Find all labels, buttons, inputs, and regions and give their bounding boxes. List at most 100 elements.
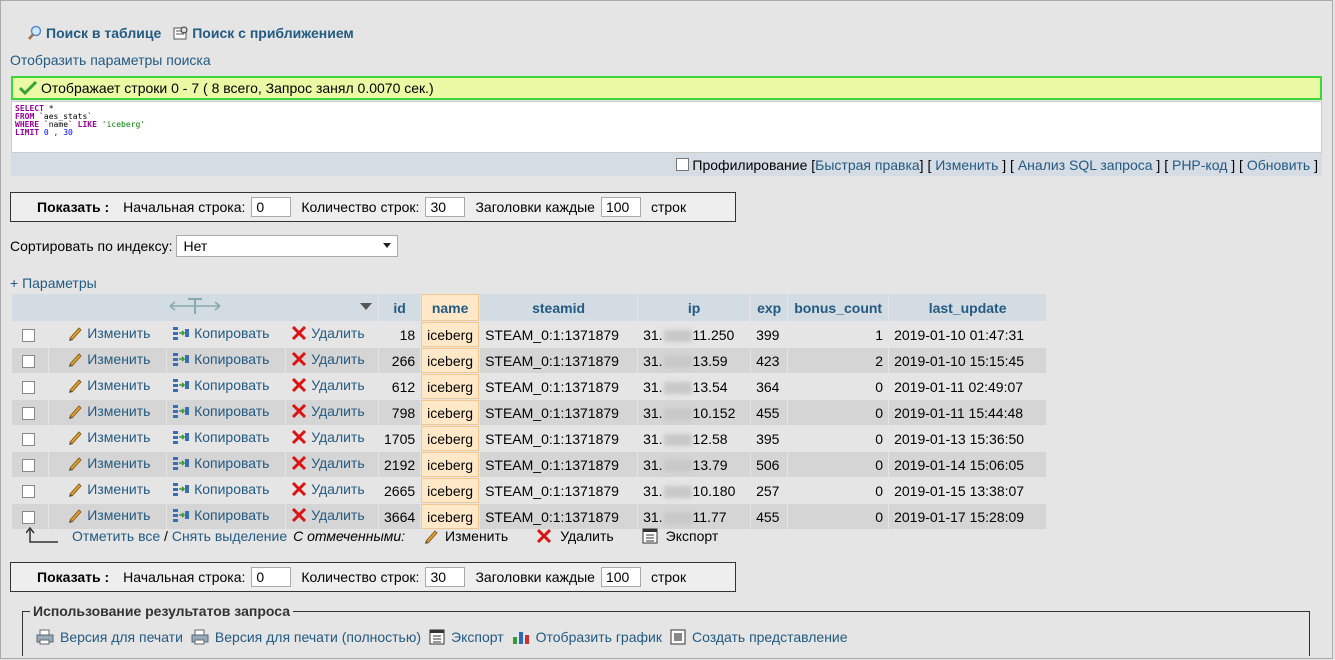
quick-edit-link[interactable]: Быстрая правка (815, 157, 920, 173)
bulk-export-button[interactable]: Экспорт (642, 528, 718, 544)
row-copy-link[interactable]: Копировать (172, 377, 269, 393)
row-edit-link[interactable]: Изменить (67, 325, 150, 341)
cell-exp[interactable]: 257 (751, 478, 788, 503)
cell-id[interactable]: 266 (379, 348, 421, 373)
cell-id[interactable]: 1705 (379, 426, 421, 451)
column-header-ip[interactable]: ip (638, 294, 751, 321)
cell-id[interactable]: 18 (379, 322, 421, 347)
row-copy-link[interactable]: Копировать (172, 429, 269, 445)
row-copy-link[interactable]: Копировать (172, 481, 269, 497)
cell-exp[interactable]: 455 (751, 400, 788, 425)
cell-steamid[interactable]: STEAM_0:1:1371879 (480, 374, 638, 399)
cell-ip[interactable]: 31. 11.77 (638, 504, 751, 529)
show-search-params-link[interactable]: Отобразить параметры поиска (10, 52, 211, 68)
column-resize-arrows-icon[interactable] (168, 297, 222, 315)
cell-exp[interactable]: 506 (751, 452, 788, 477)
row-checkbox[interactable] (22, 355, 35, 369)
column-header-bonus-count[interactable]: bonus_count (788, 294, 889, 321)
cell-bonus-count[interactable]: 0 (788, 452, 889, 477)
cell-last-update[interactable]: 2019-01-10 01:47:31 (889, 322, 1047, 347)
row-delete-link[interactable]: Удалить (291, 351, 365, 367)
cell-last-update[interactable]: 2019-01-11 15:44:48 (889, 400, 1047, 425)
row-copy-link[interactable]: Копировать (172, 507, 269, 523)
cell-bonus-count[interactable]: 0 (788, 400, 889, 425)
start-row-input[interactable] (251, 567, 292, 587)
display-chart-link[interactable]: Отобразить график (512, 629, 662, 645)
row-delete-link[interactable]: Удалить (291, 429, 365, 445)
row-delete-link[interactable]: Удалить (291, 325, 365, 341)
row-delete-link[interactable]: Удалить (291, 403, 365, 419)
cell-exp[interactable]: 364 (751, 374, 788, 399)
cell-last-update[interactable]: 2019-01-11 02:49:07 (889, 374, 1047, 399)
row-checkbox[interactable] (22, 329, 35, 343)
edit-sql-link[interactable]: Изменить (935, 157, 998, 173)
cell-steamid[interactable]: STEAM_0:1:1371879 (480, 322, 638, 347)
row-checkbox[interactable] (22, 511, 35, 525)
column-header-exp[interactable]: exp (751, 294, 788, 321)
parameters-link[interactable]: + Параметры (10, 275, 97, 291)
cell-ip[interactable]: 31. 13.54 (638, 374, 751, 399)
column-header-id[interactable]: id (379, 294, 421, 321)
row-copy-link[interactable]: Копировать (172, 325, 269, 341)
cell-exp[interactable]: 455 (751, 504, 788, 529)
cell-last-update[interactable]: 2019-01-15 13:38:07 (889, 478, 1047, 503)
row-copy-link[interactable]: Копировать (172, 455, 269, 471)
sort-arrow-icon[interactable] (360, 303, 372, 311)
cell-bonus-count[interactable]: 0 (788, 478, 889, 503)
cell-bonus-count[interactable]: 0 (788, 374, 889, 399)
analyze-sql-link[interactable]: Анализ SQL запроса (1018, 157, 1153, 173)
column-header-name[interactable]: name (421, 294, 480, 321)
bulk-delete-button[interactable]: Удалить (536, 528, 614, 544)
cell-steamid[interactable]: STEAM_0:1:1371879 (480, 452, 638, 477)
row-delete-link[interactable]: Удалить (291, 377, 365, 393)
row-edit-link[interactable]: Изменить (67, 403, 150, 419)
row-delete-link[interactable]: Удалить (291, 507, 365, 523)
cell-ip[interactable]: 31. 13.59 (638, 348, 751, 373)
refresh-link[interactable]: Обновить (1247, 157, 1310, 173)
row-edit-link[interactable]: Изменить (67, 351, 150, 367)
cell-name[interactable]: iceberg (421, 400, 480, 425)
sort-index-select[interactable]: Нет (176, 235, 399, 257)
cell-ip[interactable]: 31. 11.250 (638, 322, 751, 347)
cell-id[interactable]: 612 (379, 374, 421, 399)
row-checkbox[interactable] (22, 485, 35, 499)
column-header-steamid[interactable]: steamid (480, 294, 638, 321)
cell-ip[interactable]: 31. 12.58 (638, 426, 751, 451)
row-checkbox[interactable] (22, 407, 35, 421)
row-count-input[interactable] (425, 567, 466, 587)
cell-ip[interactable]: 31. 10.152 (638, 400, 751, 425)
cell-name[interactable]: iceberg (421, 374, 480, 399)
row-copy-link[interactable]: Копировать (172, 351, 269, 367)
row-edit-link[interactable]: Изменить (67, 455, 150, 471)
cell-id[interactable]: 2192 (379, 452, 421, 477)
cell-steamid[interactable]: STEAM_0:1:1371879 (480, 504, 638, 529)
cell-id[interactable]: 2665 (379, 478, 421, 503)
row-count-input[interactable] (425, 197, 466, 217)
create-view-link[interactable]: Создать представление (670, 629, 848, 645)
php-code-link[interactable]: PHP-код (1172, 157, 1227, 173)
headers-every-input[interactable] (600, 567, 641, 587)
cell-name[interactable]: iceberg (421, 322, 480, 347)
print-view-full-link[interactable]: Версия для печати (полностью) (191, 629, 421, 645)
cell-ip[interactable]: 31. 10.180 (638, 478, 751, 503)
print-view-link[interactable]: Версия для печати (36, 629, 183, 645)
bulk-edit-button[interactable]: Изменить (423, 528, 508, 544)
row-delete-link[interactable]: Удалить (291, 455, 365, 471)
profiling-checkbox[interactable] (676, 158, 690, 171)
cell-bonus-count[interactable]: 1 (788, 322, 889, 347)
cell-name[interactable]: iceberg (421, 452, 480, 477)
row-delete-link[interactable]: Удалить (291, 481, 365, 497)
cell-last-update[interactable]: 2019-01-13 15:36:50 (889, 426, 1047, 451)
row-checkbox[interactable] (22, 381, 35, 395)
row-checkbox[interactable] (22, 433, 35, 447)
column-header-last-update[interactable]: last_update (889, 294, 1047, 321)
row-copy-link[interactable]: Копировать (172, 403, 269, 419)
search-table-link[interactable]: Поиск в таблице (27, 25, 161, 41)
cell-exp[interactable]: 399 (751, 322, 788, 347)
cell-exp[interactable]: 395 (751, 426, 788, 451)
cell-bonus-count[interactable]: 0 (788, 426, 889, 451)
cell-name[interactable]: iceberg (421, 504, 480, 529)
row-checkbox[interactable] (22, 459, 35, 473)
cell-steamid[interactable]: STEAM_0:1:1371879 (480, 426, 638, 451)
cell-steamid[interactable]: STEAM_0:1:1371879 (480, 478, 638, 503)
